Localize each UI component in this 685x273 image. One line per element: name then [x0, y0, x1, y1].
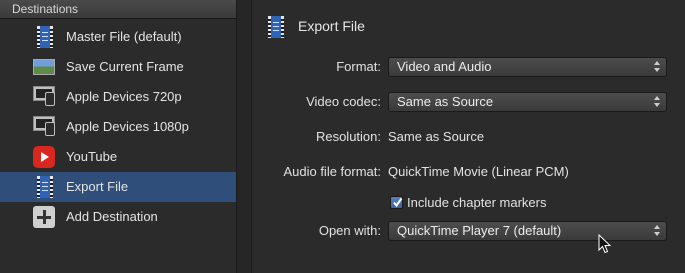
destination-label: Master File (default)	[66, 29, 182, 44]
film-icon	[264, 16, 284, 38]
destination-youtube[interactable]: YouTube	[0, 142, 236, 172]
audio-file-format-label: Audio file format:	[283, 164, 381, 179]
destination-label: Apple Devices 1080p	[66, 119, 189, 134]
destination-export-file[interactable]: Export File	[0, 172, 236, 202]
destination-label: Export File	[66, 179, 129, 194]
destination-save-current-frame[interactable]: Save Current Frame	[0, 52, 236, 82]
export-settings-panel: Export File Format: Video and Audio Vide…	[251, 0, 685, 273]
destination-label: Add Destination	[66, 209, 158, 224]
video-codec-label: Video codec:	[306, 94, 381, 109]
add-icon	[33, 206, 57, 228]
format-select[interactable]: Video and Audio	[388, 57, 667, 77]
destination-apple-devices-720p[interactable]: Apple Devices 720p	[0, 82, 236, 112]
landscape-image-icon	[33, 56, 57, 78]
resolution-label: Resolution:	[315, 129, 381, 144]
open-with-select[interactable]: QuickTime Player 7 (default)	[388, 221, 667, 241]
destination-apple-devices-1080p[interactable]: Apple Devices 1080p	[0, 112, 236, 142]
video-codec-select[interactable]: Same as Source	[388, 92, 667, 112]
format-value: Video and Audio	[397, 59, 492, 74]
youtube-icon	[33, 146, 57, 168]
sidebar-header: Destinations	[0, 0, 236, 19]
destination-label: YouTube	[66, 149, 118, 164]
destination-master-file[interactable]: Master File (default)	[0, 22, 236, 52]
add-destination-button[interactable]: Add Destination	[0, 202, 236, 232]
destination-label: Apple Devices 720p	[66, 89, 182, 104]
apple-devices-icon	[33, 86, 57, 108]
resolution-value: Same as Source	[388, 129, 485, 144]
chapter-markers-checkbox[interactable]	[390, 196, 403, 209]
apple-devices-icon	[33, 116, 57, 138]
video-codec-value: Same as Source	[397, 94, 494, 109]
film-icon	[33, 176, 57, 198]
stepper-chevron-icon	[654, 61, 660, 73]
chapter-markers-label[interactable]: Include chapter markers	[407, 195, 546, 210]
panel-title: Export File	[298, 18, 365, 34]
checkmark-icon	[393, 197, 403, 208]
format-label: Format:	[336, 59, 381, 74]
open-with-label: Open with:	[318, 223, 381, 238]
mouse-pointer-icon	[598, 234, 612, 254]
film-icon	[33, 26, 57, 48]
open-with-value: QuickTime Player 7 (default)	[397, 223, 562, 238]
destination-label: Save Current Frame	[66, 59, 184, 74]
stepper-chevron-icon	[654, 225, 660, 237]
destinations-sidebar: Destinations Master File (default) Save …	[0, 0, 237, 273]
stepper-chevron-icon	[654, 96, 660, 108]
audio-file-format-value: QuickTime Movie (Linear PCM)	[388, 164, 569, 179]
